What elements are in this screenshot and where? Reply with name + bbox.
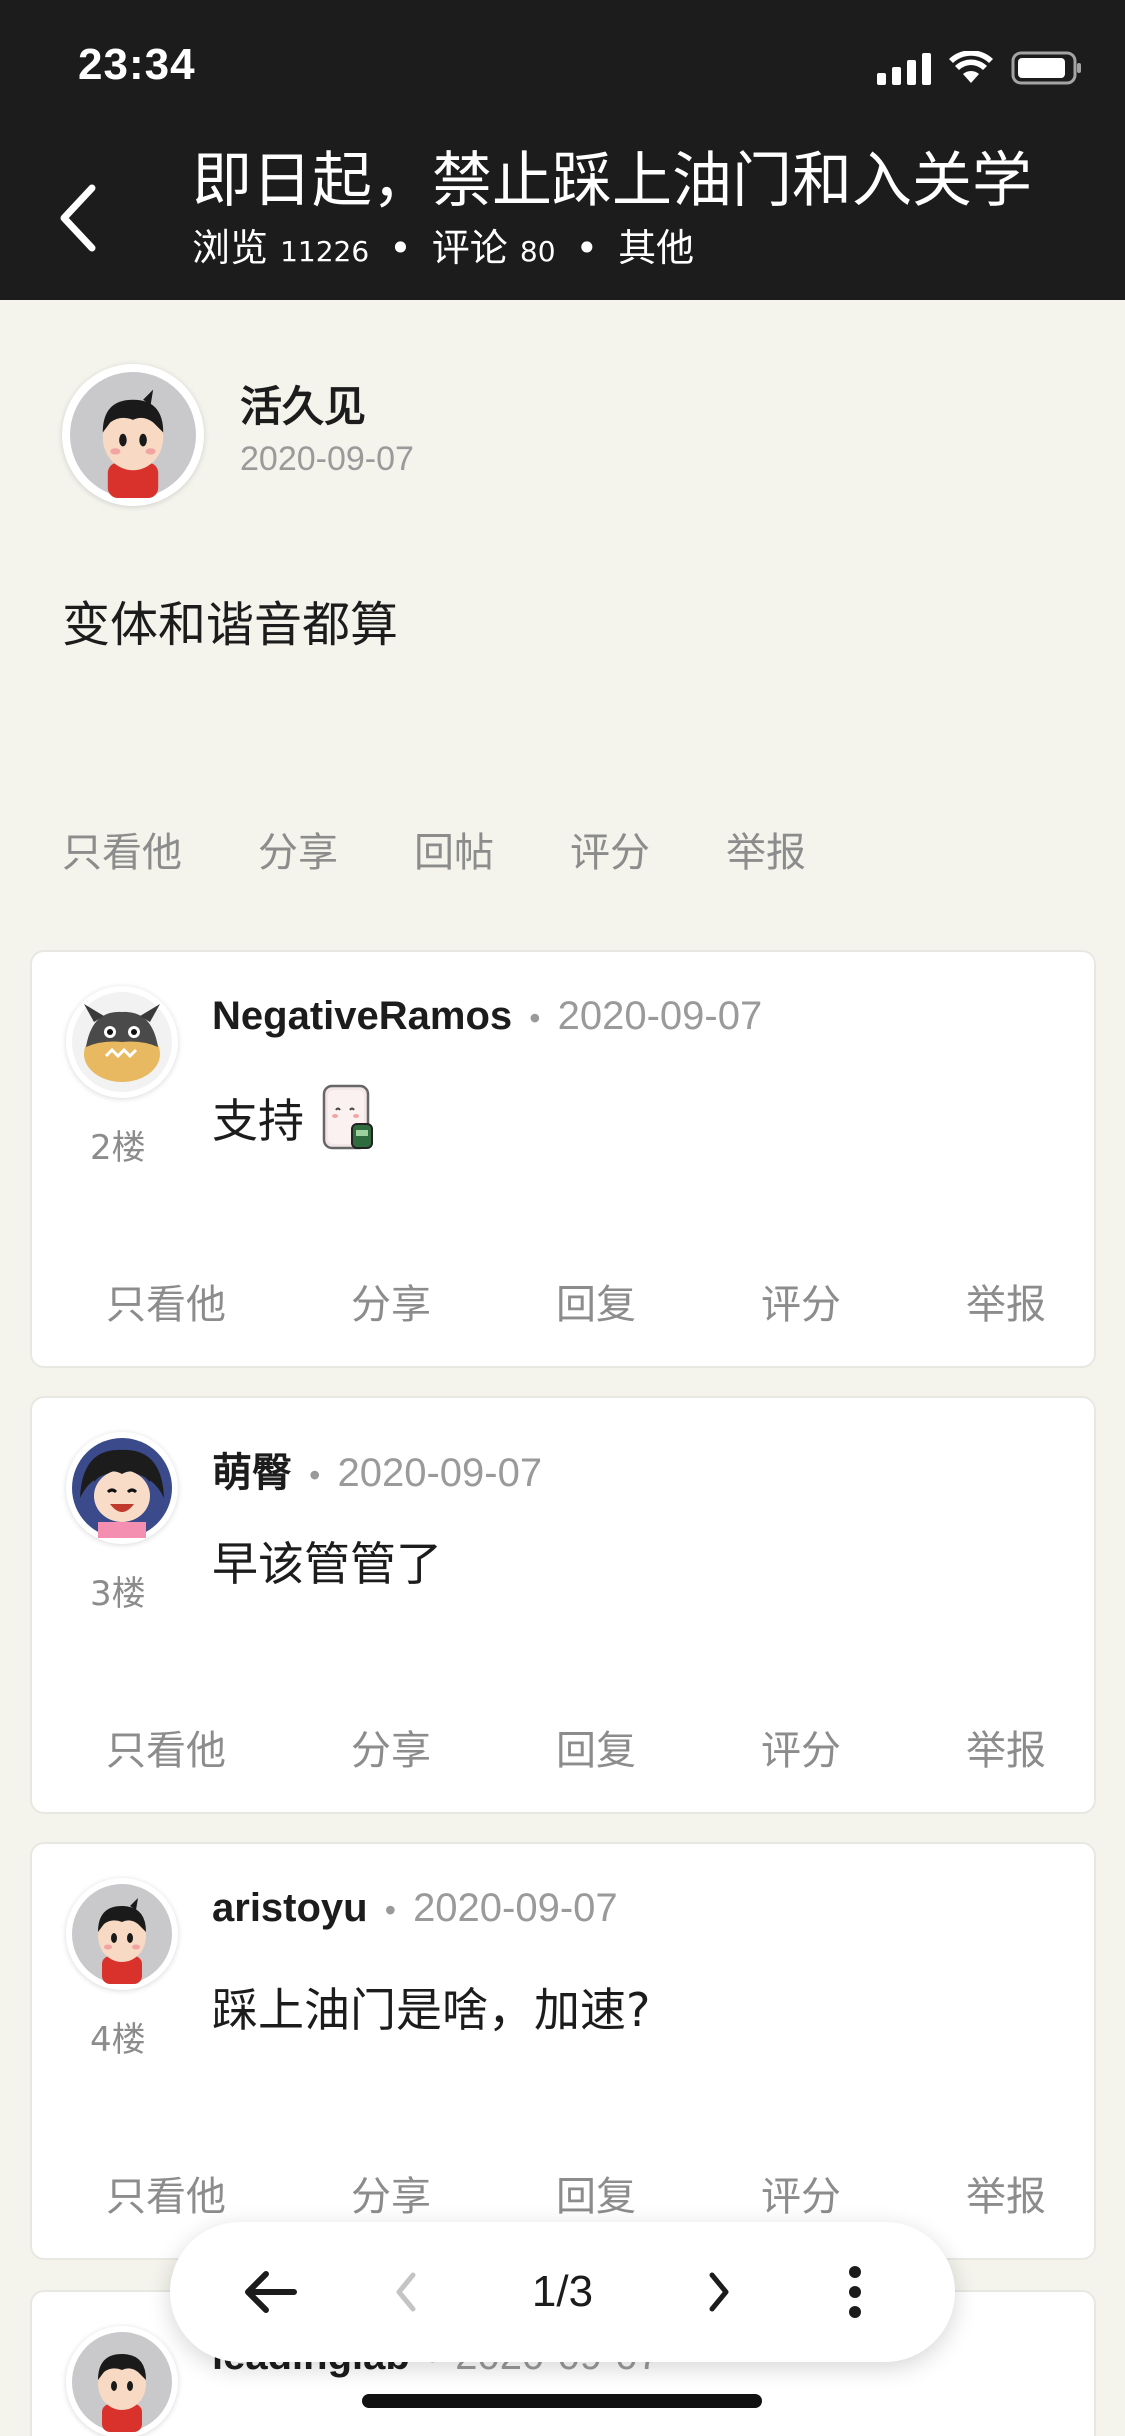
reply-content: 早该管管了 — [212, 1528, 442, 1594]
reply-action-bar: 只看他 分享 回复 评分 举报 — [106, 1718, 1046, 1776]
default-avatar-icon — [72, 1884, 172, 1984]
original-post: 活久见 2020-09-07 变体和谐音都算 只看他 分享 回帖 评分 举报 — [0, 300, 1125, 940]
top-header: 23:34 即日起，禁止踩上油门和入关学 浏览 11226 • 评论 80 • … — [0, 0, 1125, 300]
sticker-icon — [322, 1084, 373, 1150]
battery-icon — [1011, 50, 1083, 86]
next-page-button[interactable] — [679, 2252, 759, 2332]
avatar[interactable] — [66, 986, 178, 1098]
meta-separator: • — [309, 1457, 321, 1493]
op-date: 2020-09-07 — [240, 440, 414, 478]
home-indicator — [362, 2394, 762, 2408]
only-him-button[interactable]: 只看他 — [106, 2164, 226, 2222]
comments-label: 评论 — [431, 226, 508, 270]
reply-date: 2020-09-07 — [337, 1451, 543, 1495]
meta-separator: • — [575, 226, 599, 270]
report-button[interactable]: 举报 — [726, 820, 806, 880]
status-icons — [877, 50, 1083, 86]
avatar[interactable] — [66, 2326, 178, 2436]
back-to-top-button[interactable] — [230, 2252, 310, 2332]
status-time: 23:34 — [78, 40, 196, 89]
floor-number: 3楼 — [90, 1574, 146, 1614]
reply-username[interactable]: aristoyu — [212, 1886, 368, 1930]
rate-button[interactable]: 评分 — [761, 1718, 841, 1776]
reply-text: 早该管管了 — [212, 1537, 442, 1591]
op-username[interactable]: 活久见 — [240, 373, 366, 434]
reply-username[interactable]: NegativeRamos — [212, 994, 512, 1038]
reply-card: 3楼 萌臀 • 2020-09-07 早该管管了 只看他 分享 回复 评分 举报 — [30, 1396, 1096, 1814]
reply-date: 2020-09-07 — [413, 1886, 618, 1930]
report-button[interactable]: 举报 — [966, 1272, 1046, 1330]
post-meta: 浏览 11226 • 评论 80 • 其他 — [192, 225, 1102, 275]
page-indicator[interactable]: 1/3 — [503, 2267, 623, 2317]
back-arrow-icon — [60, 184, 96, 252]
rate-button[interactable]: 评分 — [570, 820, 650, 880]
arrow-left-icon — [245, 2271, 297, 2313]
op-action-bar: 只看他 分享 回帖 评分 举报 — [62, 820, 882, 880]
anime-girl-avatar-icon — [72, 1438, 172, 1538]
more-button[interactable] — [815, 2252, 895, 2332]
meta-separator: • — [384, 1892, 396, 1928]
meta-separator: • — [389, 226, 412, 270]
views-label: 浏览 — [192, 226, 269, 270]
page-title: 即日起，禁止踩上油门和入关学 — [192, 146, 1032, 216]
avatar[interactable] — [62, 364, 204, 506]
reply-header: NegativeRamos • 2020-09-07 — [212, 994, 762, 1039]
category-label[interactable]: 其他 — [618, 226, 694, 270]
reply-action-bar: 只看他 分享 回复 评分 举报 — [106, 1272, 1046, 1330]
more-vertical-icon — [849, 2266, 861, 2318]
reply-text: 支持 — [212, 1094, 304, 1148]
floor-number: 2楼 — [90, 1128, 146, 1168]
wifi-icon — [949, 51, 993, 85]
title-block: 即日起，禁止踩上油门和入关学 浏览 11226 • 评论 80 • 其他 — [192, 145, 1102, 275]
report-button[interactable]: 举报 — [966, 2164, 1046, 2222]
reply-date: 2020-09-07 — [557, 994, 763, 1038]
rate-button[interactable]: 评分 — [761, 1272, 841, 1330]
rate-button[interactable]: 评分 — [761, 2164, 841, 2222]
back-button[interactable] — [52, 178, 112, 258]
views-count: 11226 — [280, 235, 370, 268]
only-him-button[interactable]: 只看他 — [62, 820, 182, 880]
reply-username[interactable]: 萌臀 — [212, 1451, 292, 1495]
share-button[interactable]: 分享 — [351, 1718, 431, 1776]
only-him-button[interactable]: 只看他 — [106, 1718, 226, 1776]
chevron-left-icon — [396, 2272, 416, 2312]
reply-header: 萌臀 • 2020-09-07 — [212, 1440, 542, 1498]
reply-button[interactable]: 回复 — [556, 1272, 636, 1330]
prev-page-button[interactable] — [366, 2252, 446, 2332]
share-button[interactable]: 分享 — [258, 820, 338, 880]
avatar[interactable] — [66, 1878, 178, 1990]
reply-content: 支持 — [212, 1082, 378, 1154]
avatar[interactable] — [66, 1432, 178, 1544]
reply-post-button[interactable]: 回帖 — [414, 820, 494, 880]
reply-button[interactable]: 回复 — [556, 1718, 636, 1776]
only-him-button[interactable]: 只看他 — [106, 1272, 226, 1330]
default-avatar-icon — [72, 2332, 172, 2432]
reply-card: 2楼 NegativeRamos • 2020-09-07 支持 只看他 分享 … — [30, 950, 1096, 1368]
report-button[interactable]: 举报 — [966, 1718, 1046, 1776]
comments-count: 80 — [519, 235, 556, 268]
share-button[interactable]: 分享 — [351, 1272, 431, 1330]
op-content: 变体和谐音都算 — [62, 597, 399, 653]
page-navigator: 1/3 — [170, 2222, 955, 2362]
chevron-right-icon — [709, 2272, 729, 2312]
reply-content: 踩上油门是啥，加速? — [212, 1974, 650, 2040]
meta-separator: • — [529, 1000, 541, 1036]
reply-button[interactable]: 回复 — [556, 2164, 636, 2222]
signal-icon — [877, 51, 931, 85]
reply-text: 踩上油门是啥，加速? — [212, 1983, 651, 2037]
default-avatar-icon — [70, 372, 196, 498]
reply-header: aristoyu • 2020-09-07 — [212, 1886, 618, 1931]
reply-card: 4楼 aristoyu • 2020-09-07 踩上油门是啥，加速? 只看他 … — [30, 1842, 1096, 2260]
share-button[interactable]: 分享 — [351, 2164, 431, 2222]
floor-number: 4楼 — [90, 2020, 146, 2060]
reply-action-bar: 只看他 分享 回复 评分 举报 — [106, 2164, 1046, 2222]
monster-avatar-icon — [72, 992, 172, 1092]
